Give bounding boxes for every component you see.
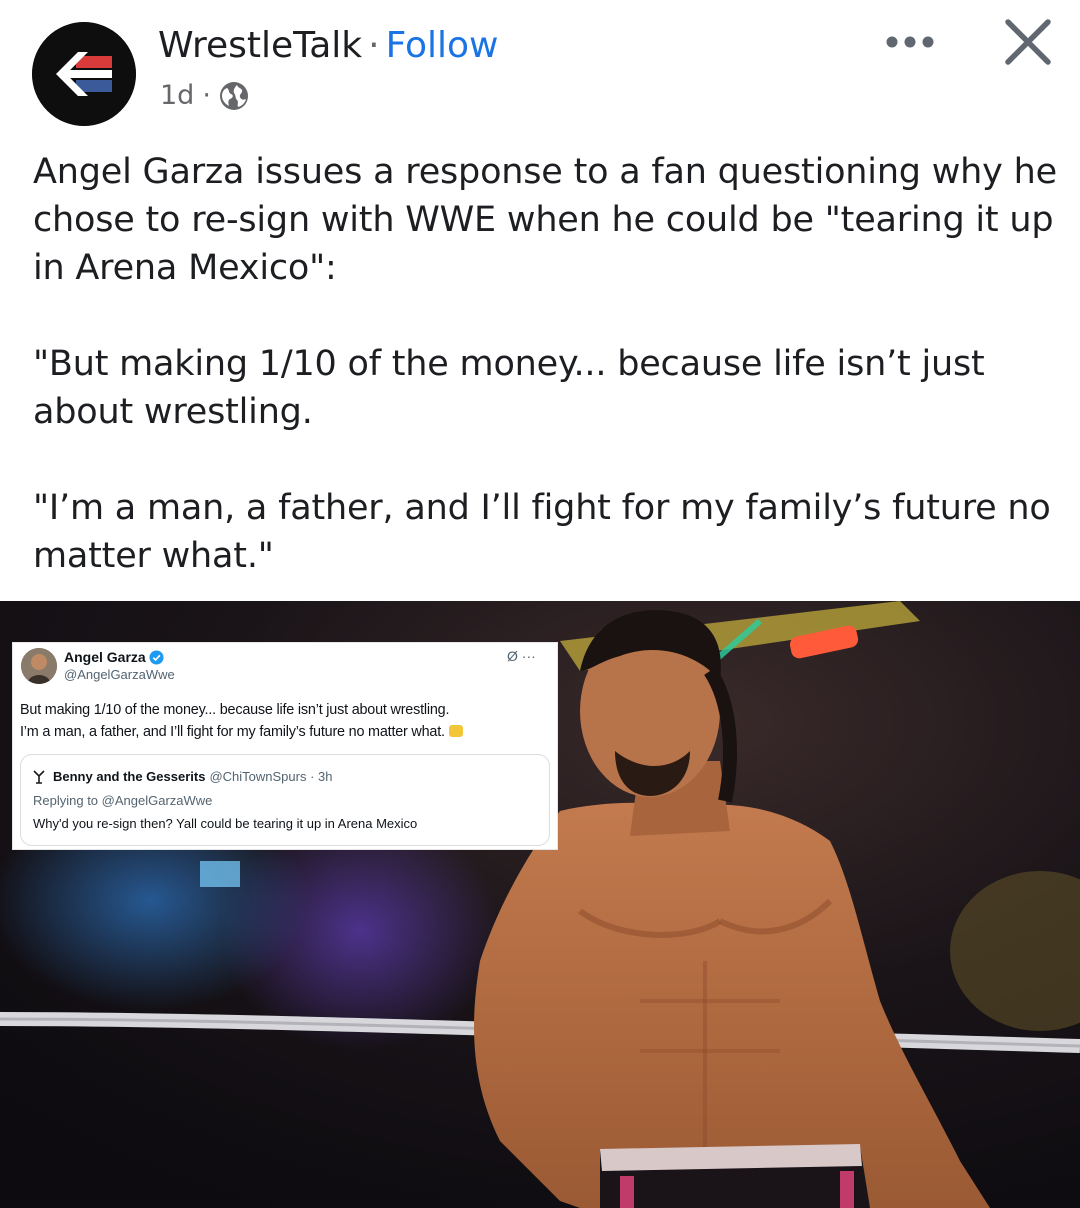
spurs-logo-icon [33,770,45,784]
quoted-header: Benny and the Gesserits @ChiTownSpurs · … [33,768,332,786]
post-paragraph: "I’m a man, a father, and I’ll fight for… [33,488,1051,576]
wrestletalk-logo-icon [32,22,136,126]
tweet-line-2-text: I’m a man, a father, and I’ll fight for … [20,724,445,740]
embedded-tweet: Angel Garza @AngelGarzaWwe Ø ··· But mak… [12,642,558,850]
close-icon [1005,19,1051,65]
page-name-line: WrestleTalk · Follow [158,24,498,68]
separator: · [368,25,380,66]
fist-emoji-icon [448,725,463,737]
tweet-author-handle: @AngelGarzaWwe [64,667,175,682]
page-name[interactable]: WrestleTalk [158,25,362,66]
tweet-avatar [21,648,57,684]
verified-badge-icon [149,649,164,665]
tweet-author-name: Angel Garza [64,648,164,666]
author-name: Angel Garza [64,649,146,665]
quoted-author-name: Benny and the Gesserits [53,769,206,784]
quoted-handle-time: @ChiTownSpurs · 3h [209,769,333,784]
tweet-line-1: But making 1/10 of the money... because … [20,702,450,718]
quoted-tweet: Benny and the Gesserits @ChiTownSpurs · … [20,754,550,846]
quoted-text: Why'd you re-sign then? Yall could be te… [33,816,418,831]
meta-separator: · [202,80,211,111]
avatar-image [21,648,57,684]
post-paragraph: "But making 1/10 of the money... because… [33,344,985,432]
tweet-body: But making 1/10 of the money... because … [20,699,550,743]
globe-icon [219,82,248,110]
tweet-line-2: I’m a man, a father, and I’ll fight for … [20,721,550,743]
post-text: Angel Garza issues a response to a fan q… [33,148,1063,580]
more-horizontal-icon [886,36,934,48]
post-meta: 1d · [160,78,249,114]
replying-to: Replying to @AngelGarzaWwe [33,793,213,808]
close-button[interactable] [1002,16,1054,68]
follow-button[interactable]: Follow [386,25,499,66]
tweet-header-icons: Ø ··· [507,648,536,664]
post-paragraph: Angel Garza issues a response to a fan q… [33,152,1057,288]
page-avatar[interactable] [32,22,136,126]
post-header: WrestleTalk · Follow 1d · [0,0,1080,130]
more-options-button[interactable] [884,24,940,60]
post-time[interactable]: 1d [160,78,194,114]
post-photo[interactable]: Angel Garza @AngelGarzaWwe Ø ··· But mak… [0,601,1080,1208]
